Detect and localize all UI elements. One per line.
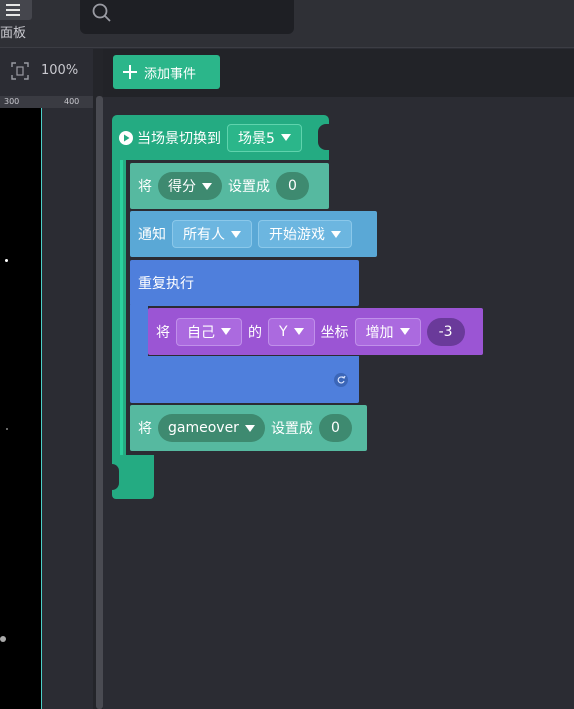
- menu-button[interactable]: [0, 0, 32, 20]
- operation-dropdown[interactable]: 增加: [354, 317, 421, 346]
- foot-notch: [112, 464, 119, 490]
- block-label: 重复执行: [138, 276, 194, 292]
- target-value: 所有人: [183, 227, 225, 243]
- target-dropdown[interactable]: 所有人: [172, 220, 252, 248]
- play-icon: [119, 130, 133, 145]
- block-label: 设置成: [228, 179, 270, 195]
- scene-value: 场景5: [238, 130, 275, 147]
- notify-block[interactable]: 通知 所有人 开始游戏: [130, 211, 377, 257]
- chevron-down-icon: [399, 328, 410, 335]
- block-label: 将: [156, 324, 170, 341]
- scene-dropdown[interactable]: 场景5: [227, 123, 302, 152]
- block-label: 设置成: [270, 421, 313, 437]
- repeat-forever-block[interactable]: 重复执行: [130, 260, 359, 306]
- event-label: 当场景切换到: [137, 130, 221, 147]
- value-input[interactable]: 0: [276, 172, 309, 200]
- chevron-down-icon: [293, 328, 304, 335]
- axis-dropdown[interactable]: Y: [268, 317, 315, 346]
- stage-boundary: [41, 108, 42, 709]
- repeat-block-side: [130, 305, 148, 357]
- loop-icon: [334, 373, 348, 387]
- message-value: 开始游戏: [269, 227, 325, 243]
- plus-icon: [123, 65, 137, 79]
- list-icon: [6, 4, 20, 16]
- sprite-dropdown[interactable]: 自己: [176, 317, 242, 346]
- value-input[interactable]: 0: [318, 414, 352, 442]
- variable-dropdown[interactable]: gameover: [158, 414, 265, 442]
- variable-name: gameover: [168, 420, 239, 436]
- block-label: 将: [138, 179, 152, 195]
- chevron-down-icon: [244, 424, 255, 432]
- block-label: 的: [248, 324, 262, 341]
- zoom-level[interactable]: 100%: [41, 63, 78, 78]
- block-label: 通知: [138, 227, 166, 243]
- variable-name: 得分: [168, 179, 196, 195]
- ruler-tick: 300: [4, 97, 20, 106]
- repeat-block-bottom: [130, 356, 359, 403]
- variable-dropdown[interactable]: 得分: [158, 172, 222, 200]
- fit-screen-icon[interactable]: [11, 62, 29, 80]
- chevron-down-icon: [221, 328, 231, 335]
- chevron-down-icon: [280, 134, 291, 141]
- message-dropdown[interactable]: 开始游戏: [258, 220, 352, 248]
- chevron-down-icon: [202, 182, 212, 190]
- chevron-down-icon: [331, 230, 341, 238]
- scrollbar-thumb[interactable]: [96, 96, 103, 709]
- hat-notch: [318, 124, 330, 150]
- value-input[interactable]: -3: [426, 317, 465, 346]
- block-label: 将: [138, 421, 152, 437]
- event-block-spine: [112, 158, 126, 458]
- change-coordinate-block[interactable]: 将 自己 的 Y 坐标 增加 -3: [148, 308, 483, 355]
- add-event-button[interactable]: 添加事件: [113, 55, 220, 89]
- set-variable-block[interactable]: 将 gameover 设置成 0: [130, 405, 367, 451]
- event-block-spine-line: [120, 160, 123, 455]
- search-icon[interactable]: [92, 3, 112, 23]
- block-label: 坐标: [320, 324, 349, 341]
- add-event-label: 添加事件: [144, 66, 197, 82]
- stage-canvas[interactable]: [0, 108, 41, 709]
- stage-sprite-dot: [0, 636, 6, 642]
- event-hat-block[interactable]: 当场景切换到 场景5: [112, 115, 329, 160]
- axis-value: Y: [279, 323, 288, 340]
- stage-sprite-dot: [6, 428, 8, 430]
- ruler-tick: 400: [64, 97, 80, 106]
- panel-label: 面板: [0, 26, 27, 41]
- search-input[interactable]: [80, 0, 294, 34]
- set-variable-block[interactable]: 将 得分 设置成 0: [130, 163, 329, 209]
- stage-sprite-dot: [5, 259, 8, 262]
- sprite-value: 自己: [187, 324, 215, 341]
- operation-value: 增加: [365, 324, 394, 341]
- chevron-down-icon: [231, 230, 241, 238]
